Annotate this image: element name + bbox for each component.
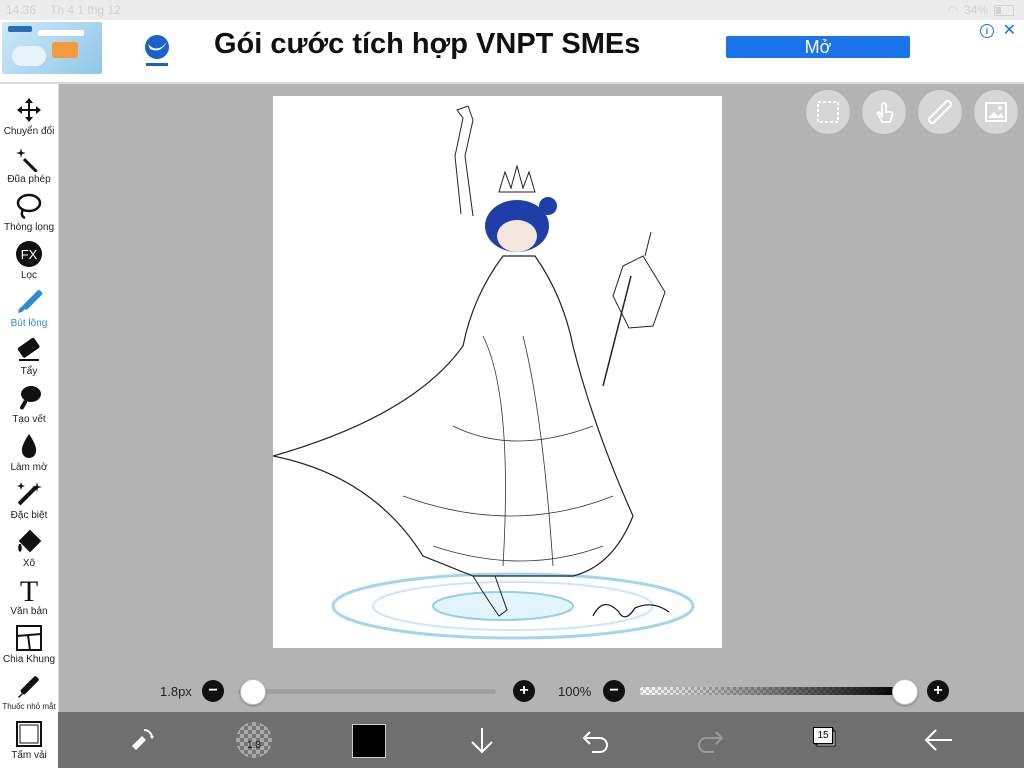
close-icon[interactable]: ✕ (1003, 20, 1016, 40)
undo-icon[interactable] (578, 722, 614, 758)
smudge-icon (20, 386, 41, 410)
brush-size-slider-thumb[interactable] (240, 679, 266, 705)
frame-divide-icon (16, 625, 42, 651)
ad-banner[interactable]: Gói cước tích hợp VNPT SMEs Mở i ✕ (0, 20, 1024, 84)
status-time: 14:36 (6, 3, 37, 17)
status-date: Th 4 1 thg 12 (50, 3, 121, 17)
brush-size-slider[interactable] (238, 689, 496, 694)
back-arrow-icon[interactable] (920, 722, 956, 758)
opacity-slider-thumb[interactable] (892, 679, 918, 705)
tool-brush[interactable]: Bút lông (0, 284, 58, 332)
opacity-decrease-button[interactable]: − (603, 680, 625, 702)
brush-size-label: 1.8px (160, 684, 192, 699)
tool-special[interactable]: Đặc biệt (0, 476, 58, 524)
svg-text:FX: FX (21, 247, 38, 262)
brush-settings-row: 1.8px − + 100% − + (0, 672, 1024, 712)
tool-magic-wand[interactable]: Đũa phép (0, 140, 58, 188)
download-icon[interactable] (464, 722, 500, 758)
magic-wand-icon (16, 148, 38, 172)
lasso-icon (16, 193, 42, 220)
tool-label: Tẩy (20, 366, 38, 377)
opacity-slider[interactable] (640, 687, 904, 695)
info-icon[interactable]: i (980, 24, 994, 38)
brush-preview-icon[interactable]: 1.8 (236, 722, 272, 758)
tool-lasso[interactable]: Thòng lọng (0, 188, 58, 236)
blur-drop-icon (21, 434, 37, 458)
image-icon (985, 102, 1007, 122)
tool-label: Xô (22, 558, 36, 569)
swap-color-icon[interactable] (124, 722, 160, 758)
tool-frame-divider[interactable]: Chia Khung (0, 620, 58, 668)
layers-icon[interactable]: 15 (810, 722, 838, 750)
color-swatch[interactable] (352, 724, 386, 758)
selection-button[interactable] (806, 90, 850, 134)
ruler-icon (928, 100, 952, 124)
tool-label: Thòng lọng (3, 222, 55, 233)
svg-text:T: T (20, 576, 38, 604)
brush-preview-value: 1.8 (247, 740, 261, 751)
tool-blur[interactable]: Làm mờ (0, 428, 58, 476)
fx-filter-icon: FX (16, 241, 42, 267)
tool-label: Văn bản (10, 606, 48, 617)
image-button[interactable] (974, 90, 1018, 134)
tool-label: Chia Khung (2, 654, 56, 665)
vnpt-logo-icon (145, 35, 169, 66)
tool-label: Tấm vải (11, 750, 47, 761)
tool-text[interactable]: T Văn bản (0, 572, 58, 620)
move-icon (17, 98, 41, 122)
touch-icon (876, 102, 894, 123)
battery-icon (994, 4, 1014, 16)
brush-size-decrease-button[interactable]: − (202, 680, 224, 702)
touch-button[interactable] (862, 90, 906, 134)
drawing-canvas[interactable] (272, 96, 722, 648)
bottom-toolbar: 1.8 15 (58, 712, 1024, 768)
tool-label: Tạo vết (12, 414, 46, 425)
ruler-button[interactable] (918, 90, 962, 134)
tool-label: Làm mờ (10, 462, 48, 473)
sparkle-icon (17, 482, 42, 506)
tool-smudge[interactable]: Tạo vết (0, 380, 58, 428)
opacity-increase-button[interactable]: + (927, 680, 949, 702)
tool-label: Đặc biệt (10, 510, 48, 521)
artwork-illustration (272, 105, 695, 640)
tool-bucket[interactable]: Xô (0, 524, 58, 572)
tool-transform[interactable]: Chuyển đổi (0, 92, 58, 140)
eraser-icon (17, 337, 40, 361)
canvas-icon (16, 721, 42, 747)
brush-icon (18, 290, 43, 313)
ad-title[interactable]: Gói cước tích hợp VNPT SMEs (214, 28, 640, 61)
tool-label: Chuyển đổi (3, 126, 55, 137)
tool-label: Đũa phép (7, 174, 51, 185)
bucket-icon (18, 529, 42, 553)
tool-filter[interactable]: FX Lọc (0, 236, 58, 284)
tool-canvas[interactable]: Tấm vải (0, 716, 58, 764)
tool-label: Bút lông (10, 318, 48, 329)
status-right: ◠ 34% (947, 3, 1014, 17)
redo-icon[interactable] (692, 722, 728, 758)
opacity-label: 100% (558, 684, 592, 699)
brush-size-increase-button[interactable]: + (513, 680, 535, 702)
tool-eraser[interactable]: Tẩy (0, 332, 58, 380)
wifi-icon: ◠ (947, 3, 958, 17)
battery-percent: 34% (963, 3, 988, 17)
text-icon: T (20, 576, 38, 604)
ad-open-button[interactable]: Mở (726, 36, 910, 58)
tool-sidebar: Chuyển đổi Đũa phép Thòng lọng FX Lọc Bú… (0, 84, 59, 768)
tool-label: Lọc (20, 270, 38, 281)
layer-count: 15 (813, 727, 833, 744)
status-bar: 14:36 Th 4 1 thg 12 ◠ 34% (0, 0, 1024, 20)
selection-icon (817, 101, 839, 123)
ad-thumbnail-image[interactable] (2, 22, 102, 74)
